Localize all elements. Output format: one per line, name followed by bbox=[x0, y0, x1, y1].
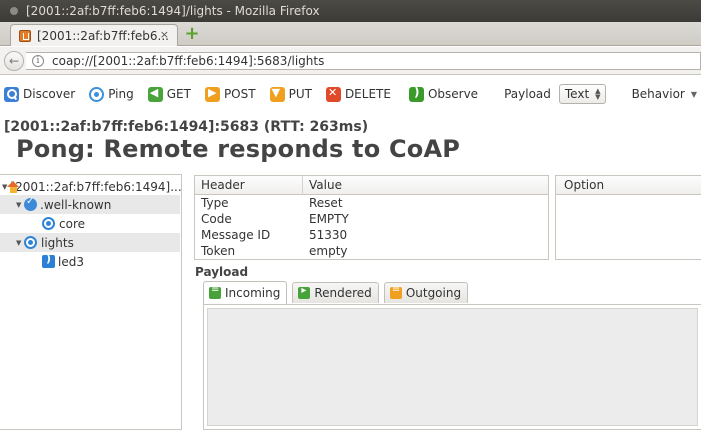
observe-label: Observe bbox=[427, 87, 479, 101]
table-row[interactable]: Message ID 51330 bbox=[195, 227, 548, 243]
get-label: GET bbox=[166, 87, 191, 101]
tree-root-label: [2001::2af:b7ff:feb6:1494]... bbox=[10, 179, 182, 194]
copper-favicon-icon bbox=[19, 29, 31, 42]
window-titlebar: [2001::2af:b7ff:feb6:1494]/lights - Mozi… bbox=[0, 0, 701, 22]
tree-item-well-known[interactable]: ▼ .well-known bbox=[0, 195, 180, 214]
outgoing-icon bbox=[389, 284, 402, 299]
browser-tab[interactable]: [2001::2af:b7ff:feb6... × bbox=[10, 24, 178, 46]
resource-tree: ▼ [2001::2af:b7ff:feb6:1494]... ▼ .well-… bbox=[0, 174, 182, 430]
delete-button[interactable]: DELETE bbox=[325, 83, 391, 105]
column-header-option[interactable]: Option bbox=[556, 176, 701, 195]
payload-format-label: Payload bbox=[504, 83, 551, 105]
observe-button[interactable]: Observe bbox=[408, 83, 479, 105]
tab-close-icon[interactable]: × bbox=[160, 28, 169, 41]
put-button[interactable]: PUT bbox=[269, 83, 312, 105]
payload-tabs: Incoming Rendered Outgoing bbox=[203, 281, 473, 304]
ping-label: Ping bbox=[108, 87, 134, 101]
payload-format-select[interactable]: Text ▲ ▼ bbox=[558, 84, 606, 104]
discover-button[interactable]: Discover bbox=[4, 83, 75, 105]
discover-label: Discover bbox=[23, 87, 76, 101]
rendered-icon bbox=[298, 285, 311, 299]
header-value: Reset bbox=[309, 196, 343, 210]
response-status-title: Pong: Remote responds to CoAP bbox=[16, 135, 461, 163]
header-value: empty bbox=[309, 244, 348, 258]
post-button[interactable]: POST bbox=[204, 83, 256, 105]
table-row[interactable]: Type Reset bbox=[195, 195, 548, 211]
header-name: Message ID bbox=[201, 228, 271, 242]
expand-triangle-icon[interactable]: ▼ bbox=[16, 239, 24, 247]
tab-outgoing[interactable]: Outgoing bbox=[383, 282, 469, 303]
tab-incoming[interactable]: Incoming bbox=[203, 281, 288, 304]
header-name: Token bbox=[201, 244, 236, 258]
tab-label: Rendered bbox=[314, 286, 372, 300]
column-header-header[interactable]: Header bbox=[195, 175, 303, 195]
tree-item-label: led3 bbox=[58, 254, 84, 269]
column-header-value[interactable]: Value bbox=[303, 178, 342, 192]
tab-label: Outgoing bbox=[405, 286, 462, 300]
tab-rendered[interactable]: Rendered bbox=[292, 282, 379, 303]
tree-item-label: lights bbox=[41, 235, 74, 250]
tree-item-lights[interactable]: ▼ lights bbox=[0, 233, 180, 252]
copper-toolbar: Discover Ping GET POST PUT DELETE Observ… bbox=[0, 80, 701, 108]
navigation-bar: ← i coap://[2001::2af:b7ff:feb6:1494]:56… bbox=[0, 47, 701, 75]
payload-section-label: Payload bbox=[195, 265, 249, 279]
put-label: PUT bbox=[288, 87, 312, 101]
table-row[interactable]: Token empty bbox=[195, 243, 548, 259]
discover-search-icon bbox=[4, 86, 19, 102]
header-name: Code bbox=[201, 212, 232, 226]
payload-textarea[interactable] bbox=[207, 308, 698, 426]
expand-triangle-icon[interactable]: ▼ bbox=[16, 201, 24, 209]
payload-format-value: Text bbox=[564, 87, 590, 101]
select-arrows-icon: ▲ ▼ bbox=[595, 87, 601, 101]
behavior-menu[interactable]: Behavior ▼ bbox=[632, 83, 697, 105]
behavior-label: Behavior bbox=[631, 87, 685, 101]
put-arrow-icon bbox=[269, 86, 285, 102]
remote-address: [2001::2af:b7ff:feb6:1494]:5683 (RTT: 26… bbox=[4, 119, 369, 135]
get-button[interactable]: GET bbox=[147, 83, 191, 105]
site-info-icon[interactable]: i bbox=[32, 55, 44, 67]
get-arrow-icon bbox=[147, 86, 163, 102]
tree-item-label: core bbox=[59, 216, 85, 231]
resource-circle-icon bbox=[24, 236, 37, 249]
tab-strip: [2001::2af:b7ff:feb6... × + bbox=[0, 22, 701, 46]
tree-item-led3[interactable]: led3 bbox=[0, 252, 180, 271]
header-value: EMPTY bbox=[309, 212, 349, 226]
chevron-down-icon: ▼ bbox=[690, 89, 698, 99]
incoming-icon bbox=[209, 284, 221, 299]
url-text[interactable]: coap://[2001::2af:b7ff:feb6:1494]:5683/l… bbox=[52, 53, 324, 69]
header-name: Type bbox=[201, 196, 229, 210]
table-header-row: Header Value bbox=[195, 175, 548, 195]
payload-toolbar-label: Payload bbox=[504, 87, 551, 101]
new-tab-icon[interactable]: + bbox=[184, 25, 200, 43]
tree-item-label: .well-known bbox=[40, 197, 112, 212]
tree-item-core[interactable]: core bbox=[0, 214, 180, 233]
tab-label: [2001::2af:b7ff:feb6... bbox=[37, 28, 169, 43]
well-known-icon bbox=[24, 196, 37, 211]
ping-icon bbox=[89, 86, 105, 102]
resource-circle-icon bbox=[42, 217, 55, 230]
payload-panel bbox=[203, 304, 701, 430]
ping-button[interactable]: Ping bbox=[89, 83, 134, 105]
tab-label: Incoming bbox=[225, 286, 281, 300]
header-value: 51330 bbox=[309, 228, 348, 242]
tree-item-root[interactable]: ▼ [2001::2af:b7ff:feb6:1494]... bbox=[0, 177, 182, 196]
observe-feed-icon bbox=[408, 85, 424, 102]
header-table: Header Value Type Reset Code EMPTY Messa… bbox=[194, 175, 549, 260]
window-title: [2001::2af:b7ff:feb6:1494]/lights - Mozi… bbox=[26, 4, 320, 18]
back-button[interactable]: ← bbox=[4, 51, 24, 71]
observable-feed-icon bbox=[42, 252, 55, 268]
post-arrow-icon bbox=[204, 86, 220, 102]
delete-x-icon bbox=[325, 86, 341, 102]
table-row[interactable]: Code EMPTY bbox=[195, 211, 548, 227]
window-close-icon[interactable] bbox=[10, 7, 18, 15]
url-bar[interactable]: i coap://[2001::2af:b7ff:feb6:1494]:5683… bbox=[26, 52, 701, 70]
delete-label: DELETE bbox=[344, 87, 391, 101]
post-label: POST bbox=[223, 87, 256, 101]
options-table: Option bbox=[555, 175, 701, 260]
